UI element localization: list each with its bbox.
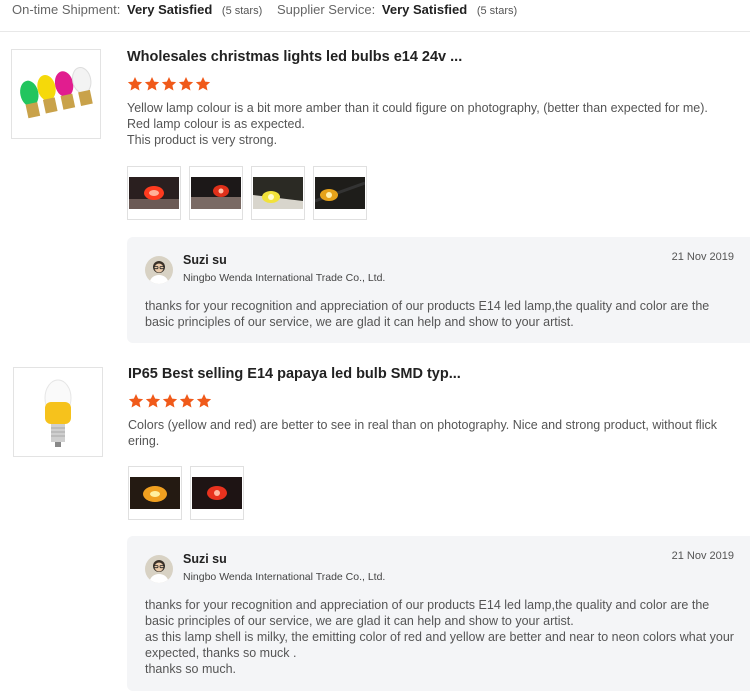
reply-text-line: basic principles of our service, we are … (145, 614, 574, 628)
review-photo[interactable] (189, 166, 243, 220)
review-photos (127, 166, 367, 220)
reply-author-name: Suzi su (183, 552, 227, 566)
review-item: IP65 Best selling E14 papaya led bulb SM… (0, 352, 750, 696)
reply-company: Ningbo Wenda International Trade Co., Lt… (183, 571, 386, 583)
review-text-line: Colors (yellow and red) are better to se… (128, 418, 717, 432)
star-icon (145, 393, 161, 409)
star-icon (144, 76, 160, 92)
reply-text-line: as this lamp shell is milky, the emittin… (145, 630, 734, 644)
avatar (145, 555, 173, 583)
review-photos (128, 466, 244, 520)
yellow-red-bulb-photo (130, 477, 180, 509)
product-thumbnail[interactable] (11, 49, 101, 139)
review-item: Wholesales christmas lights led bulbs e1… (0, 32, 750, 352)
review-photo[interactable] (313, 166, 367, 220)
yellow-bulb-photo (253, 177, 303, 209)
star-icon (162, 393, 178, 409)
red-bulb-photo (192, 477, 242, 509)
service-label: Supplier Service: (277, 2, 376, 17)
supplier-reply: Suzi su Ningbo Wenda International Trade… (127, 237, 750, 343)
avatar-image (145, 256, 173, 284)
supplier-service-rating: Supplier Service: Very Satisfied (5 star… (277, 2, 517, 17)
reply-company: Ningbo Wenda International Trade Co., Lt… (183, 272, 386, 284)
review-photo[interactable] (128, 466, 182, 520)
reply-text: thanks for your recognition and apprecia… (145, 298, 709, 330)
reply-text-line: expected, thanks so muck . (145, 646, 297, 660)
red-bulb-photo (129, 177, 179, 209)
star-icon (195, 76, 211, 92)
papaya-bulb-image (44, 379, 72, 447)
service-value: Very Satisfied (381, 2, 468, 17)
service-stars-note: (5 stars) (476, 5, 518, 17)
on-time-shipment-rating: On-time Shipment: Very Satisfied (5 star… (12, 2, 262, 17)
ratings-summary-bar: On-time Shipment: Very Satisfied (5 star… (0, 0, 750, 32)
shipment-stars-note: (5 stars) (221, 5, 263, 17)
star-icon (128, 393, 144, 409)
reply-author-name: Suzi su (183, 253, 227, 267)
review-text-line: ering. (128, 434, 160, 448)
reply-date: 21 Nov 2019 (671, 550, 734, 562)
reply-text-line: basic principles of our service, we are … (145, 315, 574, 329)
avatar-image (145, 555, 173, 583)
reply-text-line: thanks for your recognition and apprecia… (145, 299, 710, 313)
review-photo[interactable] (190, 466, 244, 520)
star-icon (196, 393, 212, 409)
product-title-link[interactable]: Wholesales christmas lights led bulbs e1… (127, 49, 462, 65)
star-icon (127, 76, 143, 92)
review-text-line: Red lamp colour is as expected. (127, 117, 305, 131)
star-rating (128, 393, 212, 409)
reply-text-line: thanks so much. (145, 662, 237, 676)
product-thumbnail[interactable] (13, 367, 103, 457)
colored-bulbs-image (20, 67, 93, 119)
shipment-label: On-time Shipment: (12, 2, 121, 17)
review-text: Colors (yellow and red) are better to se… (128, 417, 717, 449)
reply-text: thanks for your recognition and apprecia… (145, 597, 734, 677)
review-photo[interactable] (127, 166, 181, 220)
reply-date: 21 Nov 2019 (671, 251, 734, 263)
supplier-reply: Suzi su Ningbo Wenda International Trade… (127, 536, 750, 691)
review-text: Yellow lamp colour is a bit more amber t… (127, 100, 708, 148)
star-rating (127, 76, 211, 92)
star-icon (178, 76, 194, 92)
review-text-line: Yellow lamp colour is a bit more amber t… (127, 101, 708, 115)
star-icon (179, 393, 195, 409)
reply-text-line: thanks for your recognition and apprecia… (145, 598, 710, 612)
yellow-bulb-photo (315, 177, 365, 209)
review-text-line: This product is very strong. (127, 133, 278, 147)
star-icon (161, 76, 177, 92)
review-photo[interactable] (251, 166, 305, 220)
avatar (145, 256, 173, 284)
shipment-value: Very Satisfied (127, 2, 213, 17)
product-title-link[interactable]: IP65 Best selling E14 papaya led bulb SM… (128, 366, 461, 382)
red-bulb-photo (191, 177, 241, 209)
